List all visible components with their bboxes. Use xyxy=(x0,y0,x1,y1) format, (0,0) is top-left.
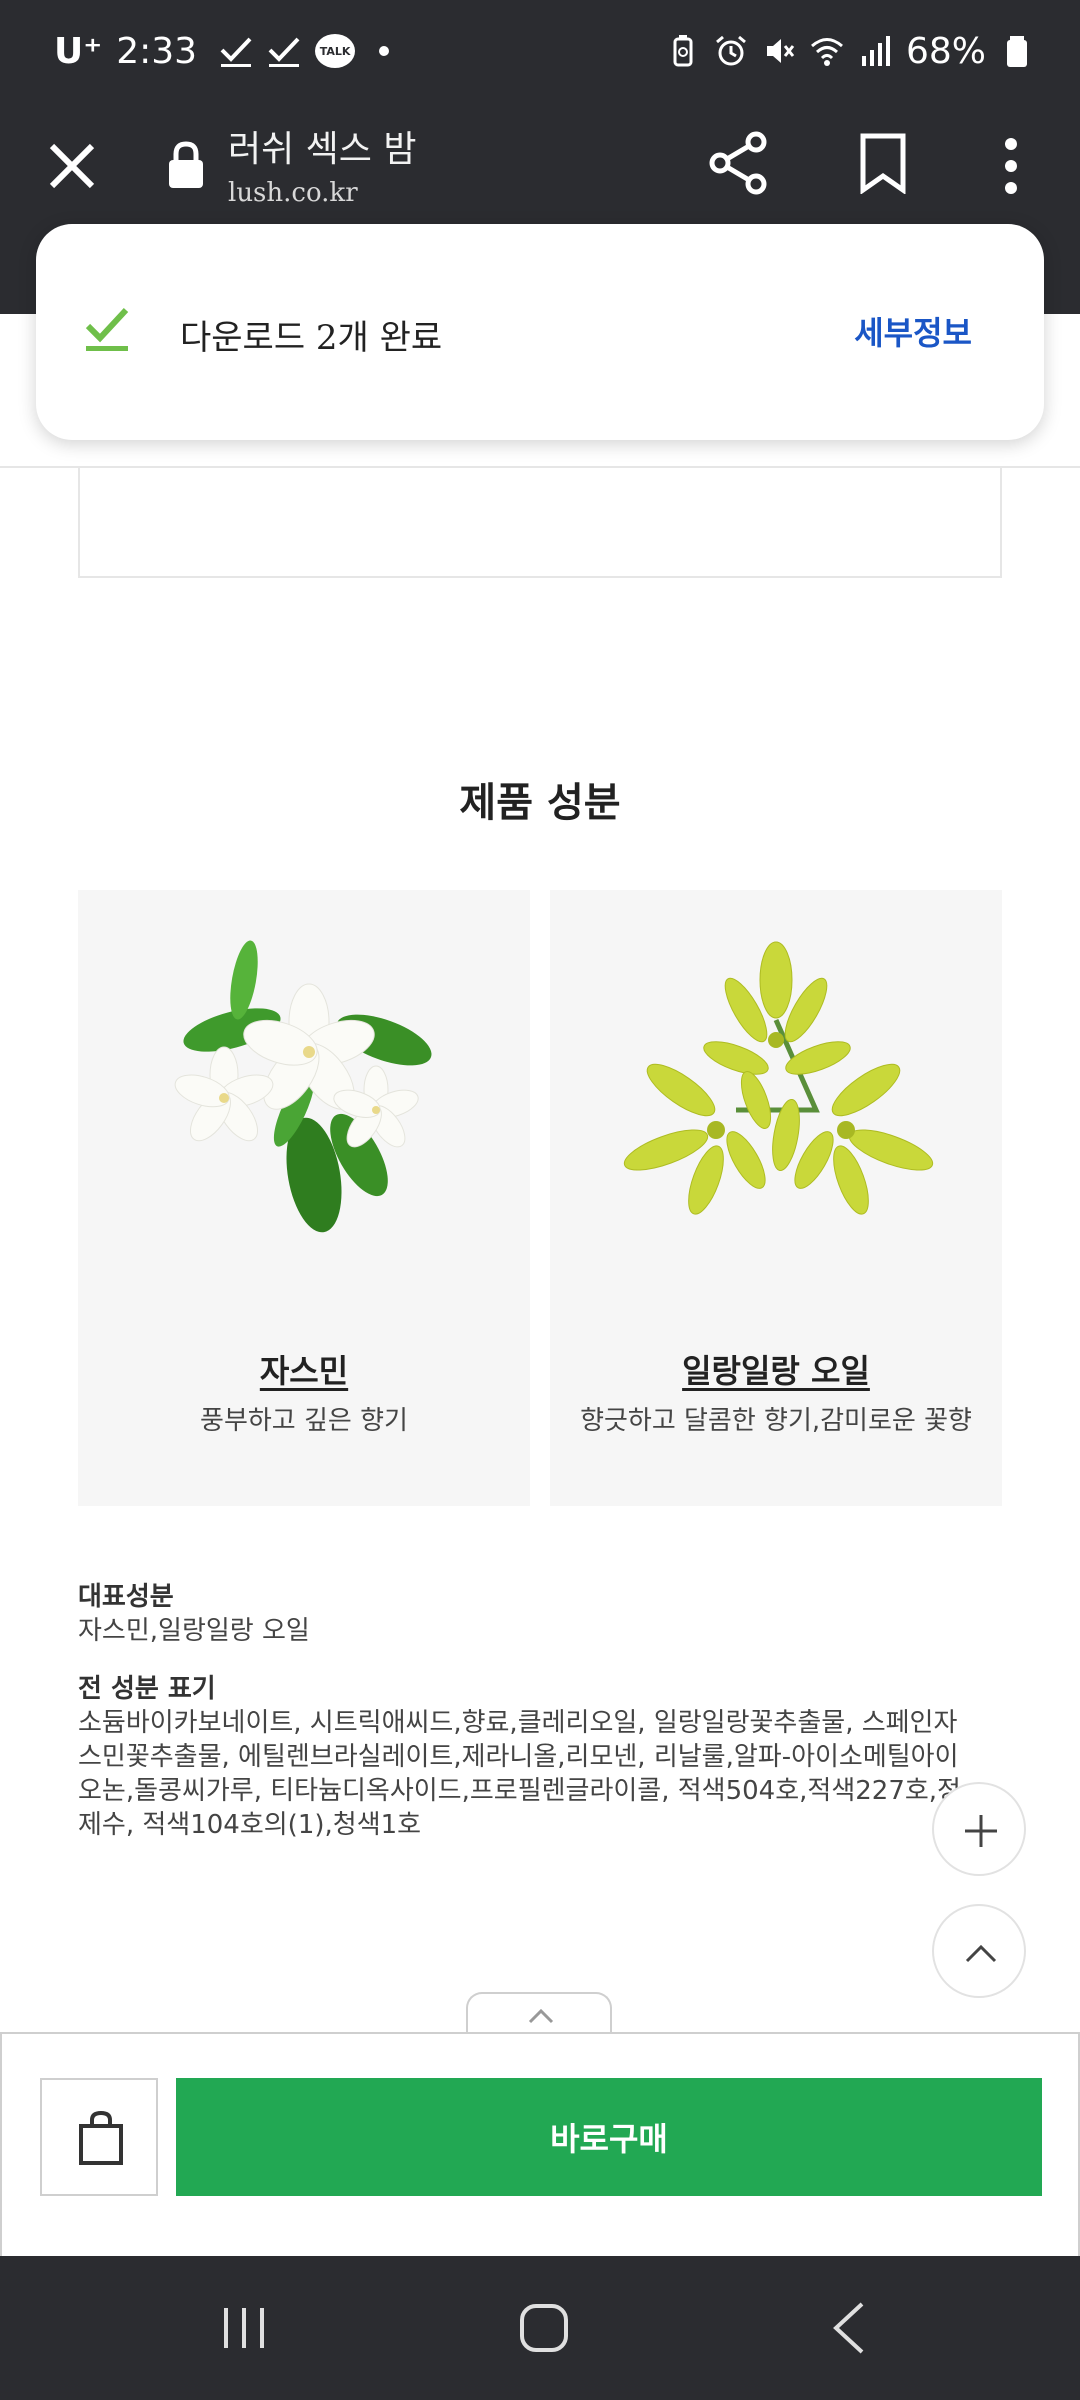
buy-now-button[interactable]: 바로구매 xyxy=(176,2078,1042,2196)
task-check-icon xyxy=(268,37,300,67)
ylang-ylang-image xyxy=(623,941,934,1215)
jasmine-image xyxy=(174,940,432,1233)
ingredient-name[interactable]: 자스민 xyxy=(78,1346,530,1392)
wifi-icon xyxy=(811,38,843,66)
download-complete-popup: 다운로드 2개 완료 세부정보 xyxy=(36,224,1044,440)
close-icon[interactable] xyxy=(44,138,100,194)
recent-apps-icon[interactable] xyxy=(218,2302,270,2354)
key-ingredients-text: 자스민,일랑일랑 오일 xyxy=(78,1616,310,1646)
scroll-top-button[interactable] xyxy=(932,1904,1026,1998)
system-nav-bar xyxy=(0,2256,1080,2400)
page-title[interactable]: 러쉬 섹스 밤 xyxy=(228,120,417,172)
content-box xyxy=(78,468,1002,578)
add-to-cart-button[interactable] xyxy=(40,2078,158,2196)
ingredient-card-ylang-ylang[interactable]: 일랑일랑 오일 향긋하고 달콤한 향기,감미로운 꽃향 xyxy=(550,890,1002,1506)
alarm-icon xyxy=(716,35,746,66)
status-time: 2:33 xyxy=(116,30,198,72)
home-icon[interactable] xyxy=(516,2300,572,2356)
status-bar: U⁺ 2:33 TALK 68% xyxy=(0,0,1080,100)
key-ingredients: 대표성분 자스민,일랑일랑 오일 xyxy=(78,1580,978,1648)
battery-saver-icon xyxy=(673,35,693,67)
buy-bar: 바로구매 xyxy=(0,2032,1080,2256)
page-url[interactable]: lush.co.kr xyxy=(228,178,358,208)
ingredient-card-jasmine[interactable]: 자스민 풍부하고 깊은 향기 xyxy=(78,890,530,1506)
battery-percent: 68% xyxy=(905,30,986,72)
back-icon[interactable] xyxy=(826,2300,872,2356)
share-icon[interactable] xyxy=(706,130,772,196)
more-vert-icon[interactable] xyxy=(996,136,1026,196)
chevron-up-icon xyxy=(528,2008,554,2024)
lock-icon[interactable] xyxy=(166,140,206,190)
full-ingredients-text: 소듐바이카보네이트, 시트릭애씨드,향료,클레리오일, 일랑일랑꽃추출물, 스페… xyxy=(78,1708,961,1840)
buy-sheet-handle[interactable] xyxy=(466,1992,612,2034)
download-check-icon xyxy=(85,307,129,351)
full-ingredients: 전 성분 표기 소듐바이카보네이트, 시트릭애씨드,향료,클레리오일, 일랑일랑… xyxy=(78,1672,968,1842)
chevron-up-icon xyxy=(965,1944,997,1963)
signal-icon xyxy=(861,36,890,66)
ingredient-description: 향긋하고 달콤한 향기,감미로운 꽃향 xyxy=(580,1406,972,1436)
shopping-bag-icon xyxy=(79,2110,123,2165)
task-check-icon xyxy=(220,37,252,67)
more-notifications-dot xyxy=(379,46,390,56)
status-right: 68% xyxy=(666,24,1034,78)
key-ingredients-heading: 대표성분 xyxy=(78,1582,174,1612)
battery-icon xyxy=(1007,36,1027,67)
full-ingredients-heading: 전 성분 표기 xyxy=(78,1674,216,1704)
details-link[interactable]: 세부정보 xyxy=(854,308,972,354)
ingredient-description: 풍부하고 깊은 향기 xyxy=(200,1406,408,1436)
download-message: 다운로드 2개 완료 xyxy=(180,318,443,358)
kakaotalk-icon: TALK xyxy=(315,34,356,68)
section-title: 제품 성분 xyxy=(459,780,621,826)
status-left: U⁺ 2:33 TALK xyxy=(54,24,390,78)
carrier-label: U⁺ xyxy=(54,30,103,72)
expand-button[interactable] xyxy=(932,1782,1026,1876)
mute-icon xyxy=(766,39,795,63)
ingredient-name[interactable]: 일랑일랑 오일 xyxy=(550,1346,1002,1392)
plus-icon xyxy=(965,1815,997,1847)
bookmark-icon[interactable] xyxy=(858,132,908,194)
